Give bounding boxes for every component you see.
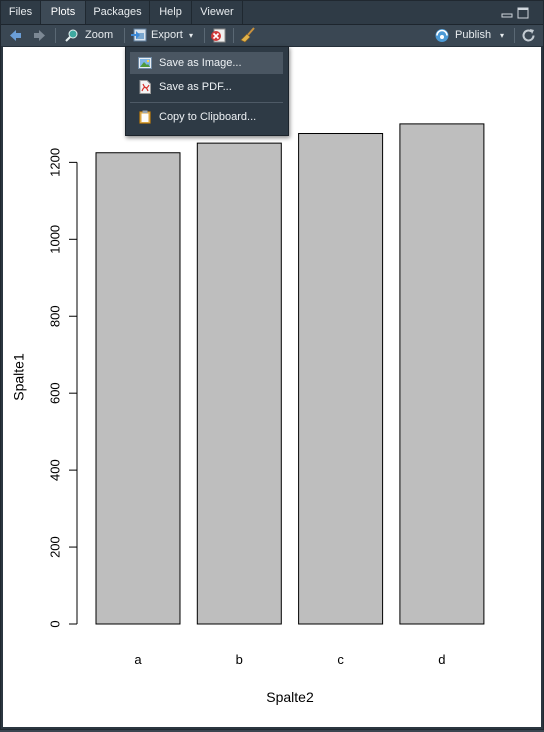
tab-viewer[interactable]: Viewer — [192, 1, 243, 24]
bar-c — [298, 133, 384, 625]
tab-files[interactable]: Files — [1, 1, 41, 24]
y-tick-label: 800 — [47, 305, 62, 327]
save-as-pdf-menu-item[interactable]: Save as PDF... — [130, 76, 283, 98]
toolbar-separator — [204, 28, 205, 43]
tab-plots[interactable]: Plots — [41, 1, 86, 24]
menu-item-label: Copy to Clipboard... — [159, 111, 257, 123]
publish-icon — [435, 29, 449, 42]
clear-plots-broom-icon[interactable] — [240, 27, 256, 43]
y-tick-label: 600 — [47, 382, 62, 404]
tab-help[interactable]: Help — [150, 1, 192, 24]
zoom-button[interactable]: Zoom — [63, 25, 118, 46]
export-label: Export — [151, 29, 183, 41]
x-category-label: d — [438, 652, 445, 667]
export-button[interactable]: Export ▾ — [130, 25, 200, 46]
plot-area: 0 200 400 600 800 1000 1200 a b c d Spalte2 Spalte1 — [3, 47, 541, 727]
minimize-icon[interactable] — [501, 7, 513, 19]
menu-item-label: Save as Image... — [159, 57, 242, 69]
tab-packages[interactable]: Packages — [86, 1, 150, 24]
pane-tab-bar: Files Plots Packages Help Viewer — [1, 1, 543, 25]
toolbar-separator — [514, 28, 515, 43]
plots-pane: Files Plots Packages Help Viewer Zoom Ex… — [0, 0, 544, 730]
x-axis-title: Spalte2 — [266, 689, 314, 705]
toolbar-separator — [55, 28, 56, 43]
clipboard-icon — [139, 110, 151, 124]
copy-to-clipboard-menu-item[interactable]: Copy to Clipboard... — [130, 106, 283, 128]
export-icon — [131, 28, 147, 42]
image-icon — [138, 57, 152, 69]
bar-a — [95, 152, 181, 625]
remove-plot-icon[interactable] — [210, 28, 226, 43]
forward-arrow-icon[interactable] — [32, 28, 47, 43]
zoom-label: Zoom — [85, 29, 114, 41]
bar-d — [399, 123, 485, 625]
export-dropdown-menu: Save as Image... Save as PDF... Copy to … — [125, 46, 289, 136]
bar-b — [196, 142, 282, 625]
y-tick-label: 1200 — [47, 148, 62, 177]
toolbar-separator — [233, 28, 234, 43]
menu-item-label: Save as PDF... — [159, 81, 232, 93]
y-tick-label: 200 — [47, 536, 62, 558]
x-category-label: b — [236, 652, 243, 667]
toolbar-separator — [124, 28, 125, 43]
y-axis-title: Spalte1 — [11, 353, 27, 401]
pdf-icon — [139, 80, 151, 94]
back-arrow-icon[interactable] — [8, 28, 23, 43]
menu-separator — [130, 102, 283, 103]
bar-chart: 0 200 400 600 800 1000 1200 a b c d Spalte2 Spalte1 — [11, 123, 485, 705]
maximize-icon[interactable] — [517, 7, 529, 19]
y-tick-label: 400 — [47, 459, 62, 481]
chevron-down-icon: ▾ — [189, 31, 194, 40]
refresh-icon[interactable] — [521, 28, 536, 43]
zoom-icon — [65, 29, 78, 42]
x-category-label: c — [337, 652, 344, 667]
save-as-image-menu-item[interactable]: Save as Image... — [130, 52, 283, 74]
y-tick-label: 0 — [47, 620, 62, 627]
y-tick-label: 1000 — [47, 225, 62, 254]
x-category-label: a — [134, 652, 142, 667]
plots-toolbar: Zoom Export ▾ Publish ▾ — [1, 25, 543, 47]
publish-label: Publish — [455, 29, 492, 41]
publish-button[interactable]: Publish ▾ — [433, 25, 508, 46]
chevron-down-icon: ▾ — [500, 31, 505, 40]
